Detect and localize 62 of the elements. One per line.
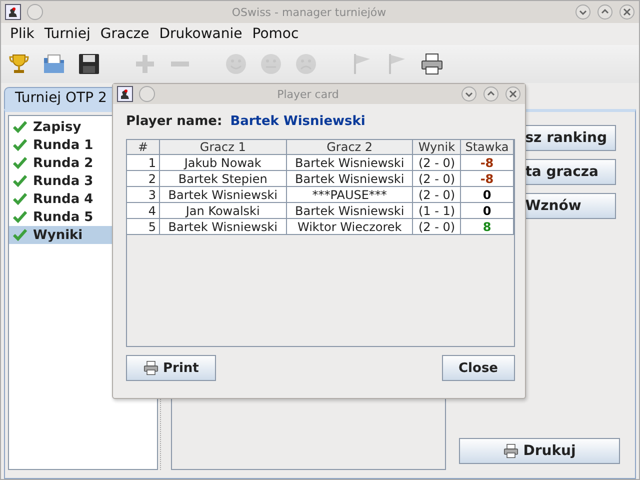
table-cell: Bartek Stepien [160,170,286,186]
check-icon [13,120,27,134]
folder-icon[interactable] [42,52,66,76]
table-cell: (2 - 0) [412,154,460,170]
table-cell: Wiktor Wieczorek [286,218,413,234]
close-button[interactable]: Close [442,355,515,381]
column-header: Gracz 1 [160,140,286,154]
column-header: # [127,140,160,154]
table-cell: Bartek Wisniewski [160,186,286,202]
app-icon [5,4,21,20]
player-name-label: Player name: [126,114,222,129]
printer-icon [503,443,520,459]
table-cell: 8 [460,218,514,234]
table-cell: (2 - 0) [412,218,460,234]
table-cell: Jakub Nowak [160,154,286,170]
table-cell: Jan Kowalski [160,202,286,218]
table-cell: ***PAUSE*** [286,186,413,202]
column-header: Stawka [460,140,514,154]
table-cell: 0 [460,186,514,202]
table-cell: 2 [127,170,160,186]
table-cell: -8 [460,170,514,186]
table-cell: Bartek Wisniewski [286,202,413,218]
maximize-icon[interactable] [597,4,613,20]
app-icon [117,86,133,102]
table-cell: Bartek Wisniewski [286,170,413,186]
window-title: OSwiss - manager turniejów [230,6,388,18]
close-icon[interactable] [505,86,521,102]
print-button[interactable]: Print [126,355,216,381]
table-cell: (1 - 1) [412,202,460,218]
menu-item[interactable]: Drukowanie [154,26,248,42]
check-icon [13,174,27,188]
column-header: Wynik [412,140,460,154]
table-cell: -8 [460,154,514,170]
check-icon [13,156,27,170]
table-cell: 0 [460,202,514,218]
table-cell: Bartek Wisniewski [160,218,286,234]
print-button[interactable]: Drukuj [459,438,620,464]
table-cell: (2 - 0) [412,170,460,186]
check-icon [13,228,27,242]
table-cell: 3 [127,186,160,202]
menu-item[interactable]: Plik [5,26,40,42]
check-icon [13,210,27,224]
table-cell: Bartek Wisniewski [286,154,413,170]
trophy-icon[interactable] [7,52,31,76]
check-icon [13,138,27,152]
column-header: Gracz 2 [286,140,413,154]
table-cell: 1 [127,154,160,170]
dialog-title: Player card [276,88,340,100]
menu-item[interactable]: Pomoc [247,26,304,42]
menu-item[interactable]: Gracze [95,26,154,42]
minimize-icon[interactable] [575,4,591,20]
table-cell: (2 - 0) [412,186,460,202]
printer-icon [143,360,159,376]
maximize-icon[interactable] [483,86,499,102]
player-name: Bartek Wisniewski [230,114,366,129]
table-cell: 4 [127,202,160,218]
menu-item[interactable]: Turniej [39,26,96,42]
table-cell: 5 [127,218,160,234]
printer-icon[interactable] [420,52,444,76]
check-icon [13,192,27,206]
close-icon[interactable] [619,4,635,20]
minimize-icon[interactable] [461,86,477,102]
